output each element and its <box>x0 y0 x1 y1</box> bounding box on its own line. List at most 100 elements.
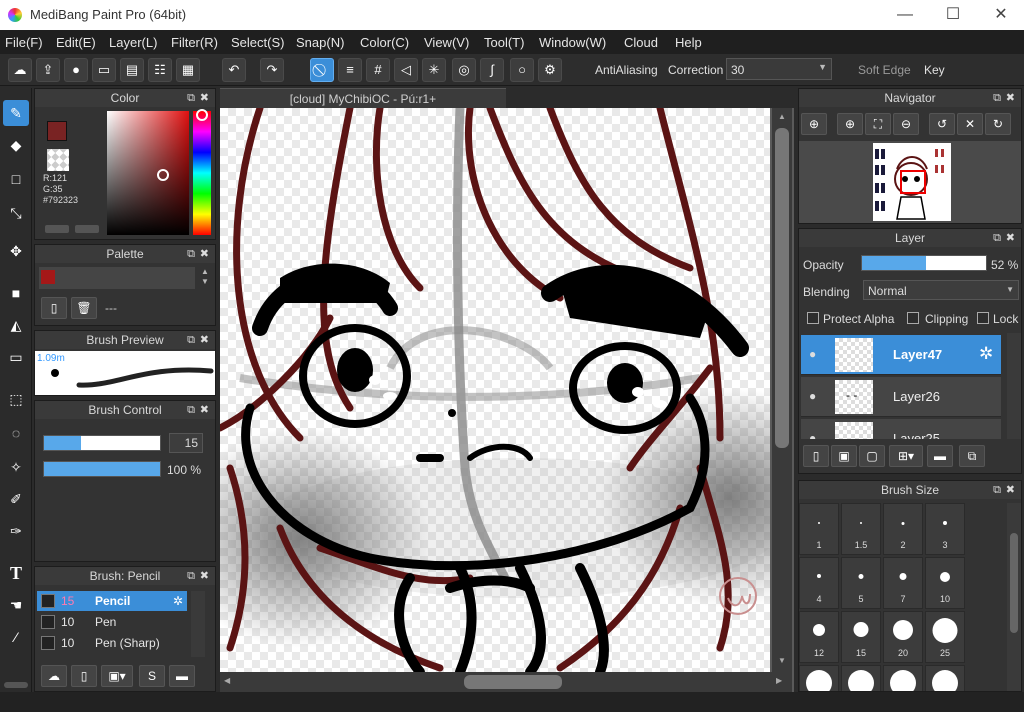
scroll-right-arrow-icon[interactable]: ▶ <box>776 676 782 685</box>
visibility-eye-icon[interactable]: ● <box>809 347 816 361</box>
pen-stroke-icon[interactable]: ⤡ <box>3 200 29 226</box>
menu-help[interactable]: Help <box>675 35 702 50</box>
snap-settings-gear-icon[interactable]: ⚙ <box>538 58 562 82</box>
menu-window[interactable]: Window(W) <box>539 35 606 50</box>
select-eraser-icon[interactable]: ✑ <box>3 518 29 544</box>
undock-icon[interactable]: ⧉ <box>993 229 1001 247</box>
brush-size-option[interactable]: 2 <box>883 503 923 555</box>
redo-icon[interactable]: ↷ <box>260 58 284 82</box>
zoom-in-icon[interactable]: ⊕ <box>837 113 863 135</box>
lasso-tool-icon[interactable]: ◌ <box>3 420 29 446</box>
maximize-button[interactable]: ☐ <box>930 0 976 30</box>
menu-edit[interactable]: Edit(E) <box>56 35 96 50</box>
toolbox-scroll-handle[interactable] <box>4 682 28 688</box>
protect-alpha-checkbox[interactable] <box>807 312 819 324</box>
reset-rotation-icon[interactable]: ✕ <box>957 113 983 135</box>
menu-tool[interactable]: Tool(T) <box>484 35 524 50</box>
brush-size-option[interactable] <box>841 665 881 691</box>
undo-icon[interactable]: ↶ <box>222 58 246 82</box>
lock-checkbox[interactable] <box>977 312 989 324</box>
comment-icon[interactable]: ● <box>64 58 88 82</box>
menu-filter[interactable]: Filter(R) <box>171 35 218 50</box>
perspective-snap-icon[interactable]: ◁ <box>394 58 418 82</box>
brush-size-option[interactable]: 10 <box>925 557 965 609</box>
scroll-up-arrow-icon[interactable]: ▲ <box>778 112 786 121</box>
blending-select[interactable]: Normal ▼ <box>863 280 1019 300</box>
brush-size-slider[interactable] <box>43 435 161 451</box>
undock-icon[interactable]: ⧉ <box>187 401 195 419</box>
layer-folder-icon[interactable]: ▬ <box>927 445 953 467</box>
snap-off-icon[interactable]: ⃠ <box>310 58 334 82</box>
visibility-eye-icon[interactable]: ● <box>809 389 816 403</box>
color-add-button[interactable] <box>45 225 69 233</box>
dot-tool-icon[interactable]: □ <box>3 166 29 192</box>
rotate-left-icon[interactable]: ↺ <box>929 113 955 135</box>
trash-icon[interactable]: 🗑 <box>71 297 97 319</box>
brush-list-scrollbar[interactable] <box>191 591 205 657</box>
horizontal-scroll-thumb[interactable] <box>464 675 562 689</box>
brush-item-pencil[interactable]: 15 Pencil ✲ <box>37 591 187 611</box>
brush-size-option[interactable]: 25 <box>925 611 965 663</box>
transparent-color-swatch[interactable] <box>47 149 69 171</box>
select-pen-icon[interactable]: ✐ <box>3 486 29 512</box>
add-brush-cloud-icon[interactable]: ☁ <box>41 665 67 687</box>
brush-size-scroll-thumb[interactable] <box>1010 533 1018 633</box>
share-icon[interactable]: ⇪ <box>36 58 60 82</box>
vertical-scroll-thumb[interactable] <box>775 128 789 448</box>
brush-menu-icon[interactable]: ▣▾ <box>101 665 133 687</box>
brush-size-option[interactable] <box>799 665 839 691</box>
undock-icon[interactable]: ⧉ <box>187 245 195 263</box>
duplicate-layer-icon[interactable]: ⧉ <box>959 445 985 467</box>
folder-icon[interactable]: ▬ <box>169 665 195 687</box>
brush-size-scrollbar[interactable] <box>1007 503 1021 691</box>
brush-size-option[interactable]: 3 <box>925 503 965 555</box>
grid-snap-icon[interactable]: # <box>366 58 390 82</box>
cloud-save-icon[interactable]: ☁ <box>8 58 32 82</box>
document-tab[interactable]: [cloud] MyChibiOC - Pú:r1+ <box>220 88 506 108</box>
scroll-left-arrow-icon[interactable]: ◀ <box>224 676 230 685</box>
curve-snap-icon[interactable]: ∫ <box>480 58 504 82</box>
visibility-eye-icon[interactable]: ● <box>809 431 816 439</box>
menu-file[interactable]: File(F) <box>5 35 43 50</box>
brush-size-option[interactable]: 12 <box>799 611 839 663</box>
concentric-snap-icon[interactable]: ◎ <box>452 58 476 82</box>
menu-cloud[interactable]: Cloud <box>624 35 658 50</box>
layer-row[interactable]: ● Layer25 <box>801 419 1001 439</box>
foreground-color-swatch[interactable] <box>47 121 67 141</box>
brush-size-option[interactable]: 7 <box>883 557 923 609</box>
menu-snap[interactable]: Snap(N) <box>296 35 344 50</box>
speech-bubble-icon[interactable]: ▭ <box>92 58 116 82</box>
menu-view[interactable]: View(V) <box>424 35 469 50</box>
brush-tool-icon[interactable]: ✎ <box>3 100 29 126</box>
close-panel-icon[interactable]: ✖ <box>1006 481 1015 499</box>
menu-color[interactable]: Color(C) <box>360 35 409 50</box>
menu-layer[interactable]: Layer(L) <box>109 35 157 50</box>
close-window-button[interactable]: ✕ <box>978 0 1024 30</box>
correction-select[interactable]: 30 ▼ <box>726 58 832 80</box>
canvas-vertical-scrollbar[interactable]: ▲ ▼ <box>772 108 792 672</box>
text-tool-icon[interactable]: T <box>3 560 29 586</box>
close-panel-icon[interactable]: ✖ <box>200 401 209 419</box>
color-eyedropper-button[interactable] <box>75 225 99 233</box>
new-layer-icon[interactable]: ▯ <box>803 445 829 467</box>
select-rect-icon[interactable]: ⬚ <box>3 386 29 412</box>
clipping-checkbox[interactable] <box>907 312 919 324</box>
scroll-down-arrow-icon[interactable]: ▼ <box>778 656 786 665</box>
hand-tool-icon[interactable]: ☚ <box>3 592 29 618</box>
color-picker-cursor[interactable] <box>157 169 169 181</box>
brush-item-pen[interactable]: 10 Pen <box>37 612 187 632</box>
new-palette-icon[interactable]: ▯ <box>41 297 67 319</box>
close-panel-icon[interactable]: ✖ <box>1006 89 1015 107</box>
drawing-canvas[interactable] <box>220 108 770 672</box>
parallel-snap-icon[interactable]: ≡ <box>338 58 362 82</box>
layer-opacity-slider[interactable] <box>861 255 987 271</box>
undock-icon[interactable]: ⧉ <box>993 481 1001 499</box>
brush-size-option[interactable]: 15 <box>841 611 881 663</box>
undock-icon[interactable]: ⧉ <box>187 567 195 585</box>
brush-size-option[interactable] <box>925 665 965 691</box>
color-saturation-picker[interactable] <box>107 111 189 235</box>
brush-opacity-slider[interactable] <box>43 461 161 477</box>
shape-tool-icon[interactable]: ■ <box>3 280 29 306</box>
zoom-actual-icon[interactable]: ⊕ <box>801 113 827 135</box>
navigator-preview-area[interactable] <box>799 141 1021 223</box>
